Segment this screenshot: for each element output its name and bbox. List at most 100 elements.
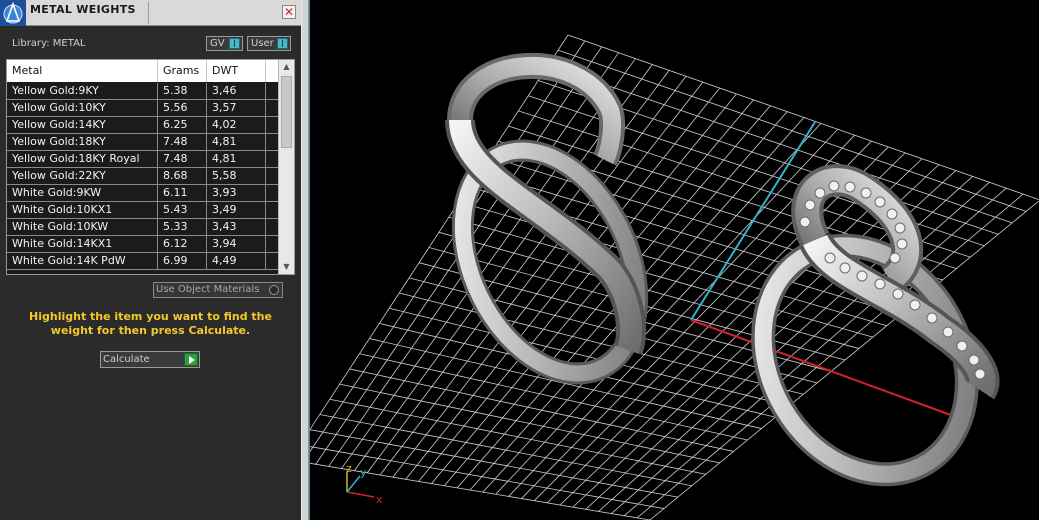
table-row[interactable]: Yellow Gold:9KY 5.38 3,46: [7, 83, 278, 100]
gv-toggle-switch-icon: [229, 38, 240, 49]
scroll-down-arrow-icon[interactable]: ▼: [279, 260, 294, 274]
ring-with-stones[interactable]: [723, 164, 1008, 511]
table-row[interactable]: White Gold:14KX1 6.12 3,94: [7, 236, 278, 253]
panel-title: METAL WEIGHTS: [30, 3, 136, 16]
close-button[interactable]: ✕: [282, 5, 296, 19]
stone: [896, 238, 908, 250]
cell-grams: 5.38: [158, 83, 207, 99]
stone: [942, 326, 954, 338]
table-row[interactable]: White Gold:14K PdW 6.99 4,49: [7, 253, 278, 270]
calculate-button[interactable]: Calculate: [100, 351, 200, 368]
stone: [828, 180, 840, 192]
axis-z-label: z: [346, 462, 352, 475]
cell-dwt: 3,57: [207, 100, 266, 116]
table-scrollbar[interactable]: ▲ ▼: [278, 60, 294, 274]
grid-line: [557, 49, 1027, 212]
stone: [804, 199, 816, 211]
cell-metal: Yellow Gold:10KY: [7, 100, 158, 116]
stone: [894, 222, 906, 234]
axis-x-label: x: [376, 493, 383, 506]
scrollbar-thumb[interactable]: [281, 76, 292, 148]
table-row[interactable]: Yellow Gold:10KY 5.56 3,57: [7, 100, 278, 117]
user-toggle-label: User: [251, 38, 274, 49]
radio-icon[interactable]: [269, 285, 279, 295]
table-row[interactable]: Yellow Gold:18KY 7.48 4,81: [7, 134, 278, 151]
stone: [886, 208, 898, 220]
cell-grams: 6.25: [158, 117, 207, 133]
axis-y-label: y: [360, 466, 367, 479]
stone: [968, 354, 980, 366]
use-object-materials-option[interactable]: Use Object Materials: [153, 282, 283, 298]
stone: [799, 216, 811, 228]
cell-dwt: 3,94: [207, 236, 266, 252]
stone: [814, 187, 826, 199]
stone: [856, 270, 868, 282]
panel-titlebar: METAL WEIGHTS ✕: [0, 0, 301, 26]
gv-toggle-label: GV: [210, 38, 225, 49]
app-logo-icon: [0, 0, 26, 26]
cell-metal: Yellow Gold:18KY: [7, 134, 158, 150]
table-row[interactable]: White Gold:10KX1 5.43 3,49: [7, 202, 278, 219]
stone: [839, 262, 851, 274]
table-row[interactable]: Yellow Gold:22KY 8.68 5,58: [7, 168, 278, 185]
cell-dwt: 4,81: [207, 134, 266, 150]
cell-metal: Yellow Gold:18KY Royal: [7, 151, 158, 167]
table-row[interactable]: Yellow Gold:18KY Royal 7.48 4,81: [7, 151, 278, 168]
column-header-dwt[interactable]: DWT: [207, 60, 266, 82]
stone: [844, 181, 856, 193]
grid-line: [310, 40, 586, 453]
cell-grams: 6.99: [158, 253, 207, 269]
panel-splitter[interactable]: [301, 0, 309, 520]
ring-plain[interactable]: [428, 52, 672, 402]
stone: [860, 187, 872, 199]
table-row[interactable]: White Gold:10KW 5.33 3,43: [7, 219, 278, 236]
gv-toggle[interactable]: GV: [206, 36, 243, 51]
stone: [956, 340, 968, 352]
table-row[interactable]: White Gold:9KW 6.11 3,93: [7, 185, 278, 202]
cell-dwt: 3,93: [207, 185, 266, 201]
cell-grams: 7.48: [158, 151, 207, 167]
cell-dwt: 3,46: [207, 83, 266, 99]
3d-viewport[interactable]: z y x: [309, 0, 1039, 520]
table-body: Yellow Gold:9KY 5.38 3,46 Yellow Gold:10KY 5…: [7, 83, 278, 270]
cell-grams: 6.11: [158, 185, 207, 201]
cell-grams: 8.68: [158, 168, 207, 184]
cell-grams: 5.56: [158, 100, 207, 116]
column-header-metal[interactable]: Metal: [7, 60, 158, 82]
viewport-canvas[interactable]: z y x: [310, 0, 1039, 520]
stone: [926, 312, 938, 324]
user-toggle[interactable]: User: [247, 36, 291, 51]
library-label: Library: METAL: [12, 38, 86, 49]
cell-metal: Yellow Gold:14KY: [7, 117, 158, 133]
cell-grams: 6.12: [158, 236, 207, 252]
axis-triad: z y x: [346, 462, 383, 506]
grid-line: [567, 34, 1039, 201]
stone: [974, 368, 986, 380]
stone: [909, 299, 921, 311]
instruction-text: Highlight the item you want to find the …: [29, 310, 272, 337]
stone: [874, 196, 886, 208]
grid-line: [310, 34, 569, 431]
stone: [892, 288, 904, 300]
metal-table: Metal Grams DWT Yellow Gold:9KY 5.38 3,46 Y…: [6, 59, 295, 275]
cell-metal: White Gold:14KX1: [7, 236, 158, 252]
cell-grams: 7.48: [158, 134, 207, 150]
cell-grams: 5.43: [158, 202, 207, 218]
metal-weights-panel: METAL WEIGHTS ✕ Library: METAL GV User M…: [0, 0, 301, 520]
play-arrow-icon: [184, 353, 198, 366]
table-row[interactable]: Yellow Gold:14KY 6.25 4,02: [7, 117, 278, 134]
stone: [824, 252, 836, 264]
stone: [889, 252, 901, 264]
cell-metal: Yellow Gold:9KY: [7, 83, 158, 99]
cell-dwt: 4,02: [207, 117, 266, 133]
stone: [874, 278, 886, 290]
table-header: Metal Grams DWT: [7, 60, 278, 82]
cell-dwt: 4,81: [207, 151, 266, 167]
column-header-grams[interactable]: Grams: [158, 60, 207, 82]
cell-dwt: 5,58: [207, 168, 266, 184]
title-separator: [148, 2, 149, 24]
cell-dwt: 3,43: [207, 219, 266, 235]
scroll-up-arrow-icon[interactable]: ▲: [279, 60, 294, 74]
user-toggle-switch-icon: [277, 38, 288, 49]
use-object-materials-label: Use Object Materials: [156, 284, 260, 295]
